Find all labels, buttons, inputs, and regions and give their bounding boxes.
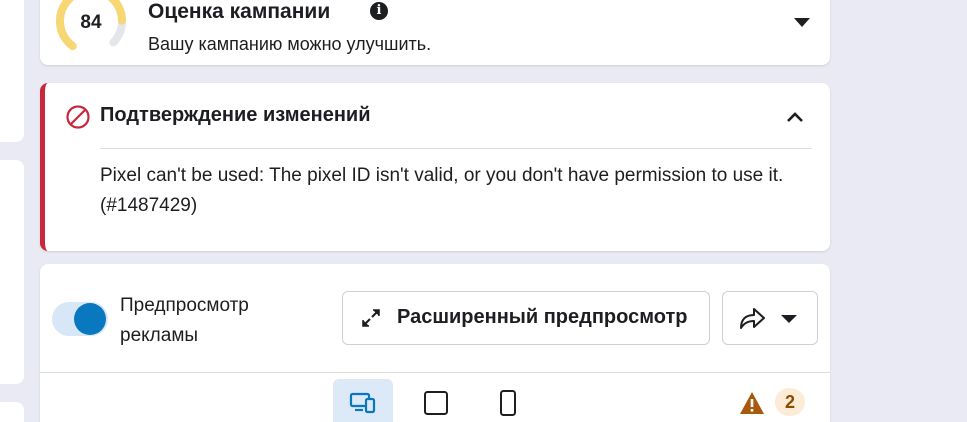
square-icon [424,391,448,415]
campaign-score-card[interactable]: 84 Оценка кампании i Вашу кампанию можно… [40,0,830,65]
chevron-down-icon [781,315,797,323]
error-title: Подтверждение изменений [100,104,371,126]
error-card: Подтверждение изменений Pixel can't be u… [40,83,830,251]
advanced-preview-button[interactable]: Расширенный предпросмотр [342,291,710,345]
expand-arrows-icon [362,309,380,327]
score-subtitle: Вашу кампанию можно улучшить. [148,34,432,54]
feed-view-button[interactable] [406,379,466,422]
mobile-phone-icon [500,390,516,416]
divider [100,148,812,149]
chevron-up-icon[interactable] [786,110,804,124]
ban-icon [66,105,90,129]
share-button[interactable] [722,291,818,345]
score-value: 84 [80,12,102,33]
left-panel-top [0,0,24,142]
info-icon[interactable]: i [370,2,388,20]
toggle-knob [74,303,106,335]
warning-count-badge[interactable]: 2 [775,388,805,416]
advanced-preview-label: Расширенный предпросмотр [397,306,688,328]
chevron-down-icon[interactable] [794,18,810,27]
desktop-mobile-icon [349,392,376,414]
score-title: Оценка кампании [148,0,331,23]
left-panel-middle [0,160,24,384]
desktop-mobile-view-button[interactable] [333,379,393,422]
divider [40,372,830,373]
left-panel-bottom [0,402,24,422]
mobile-view-button[interactable] [478,379,538,422]
ad-preview-toggle-label: Предпросмотр рекламы [120,295,249,346]
ad-preview-toggle[interactable] [52,302,108,336]
ad-preview-card: Предпросмотр рекламы Расширенный предпро… [40,264,830,422]
warning-icon [740,392,764,414]
error-message: Pixel can't be used: The pixel ID isn't … [100,165,784,216]
page: 84 Оценка кампании i Вашу кампанию можно… [0,0,967,422]
share-arrow-icon [740,308,765,329]
